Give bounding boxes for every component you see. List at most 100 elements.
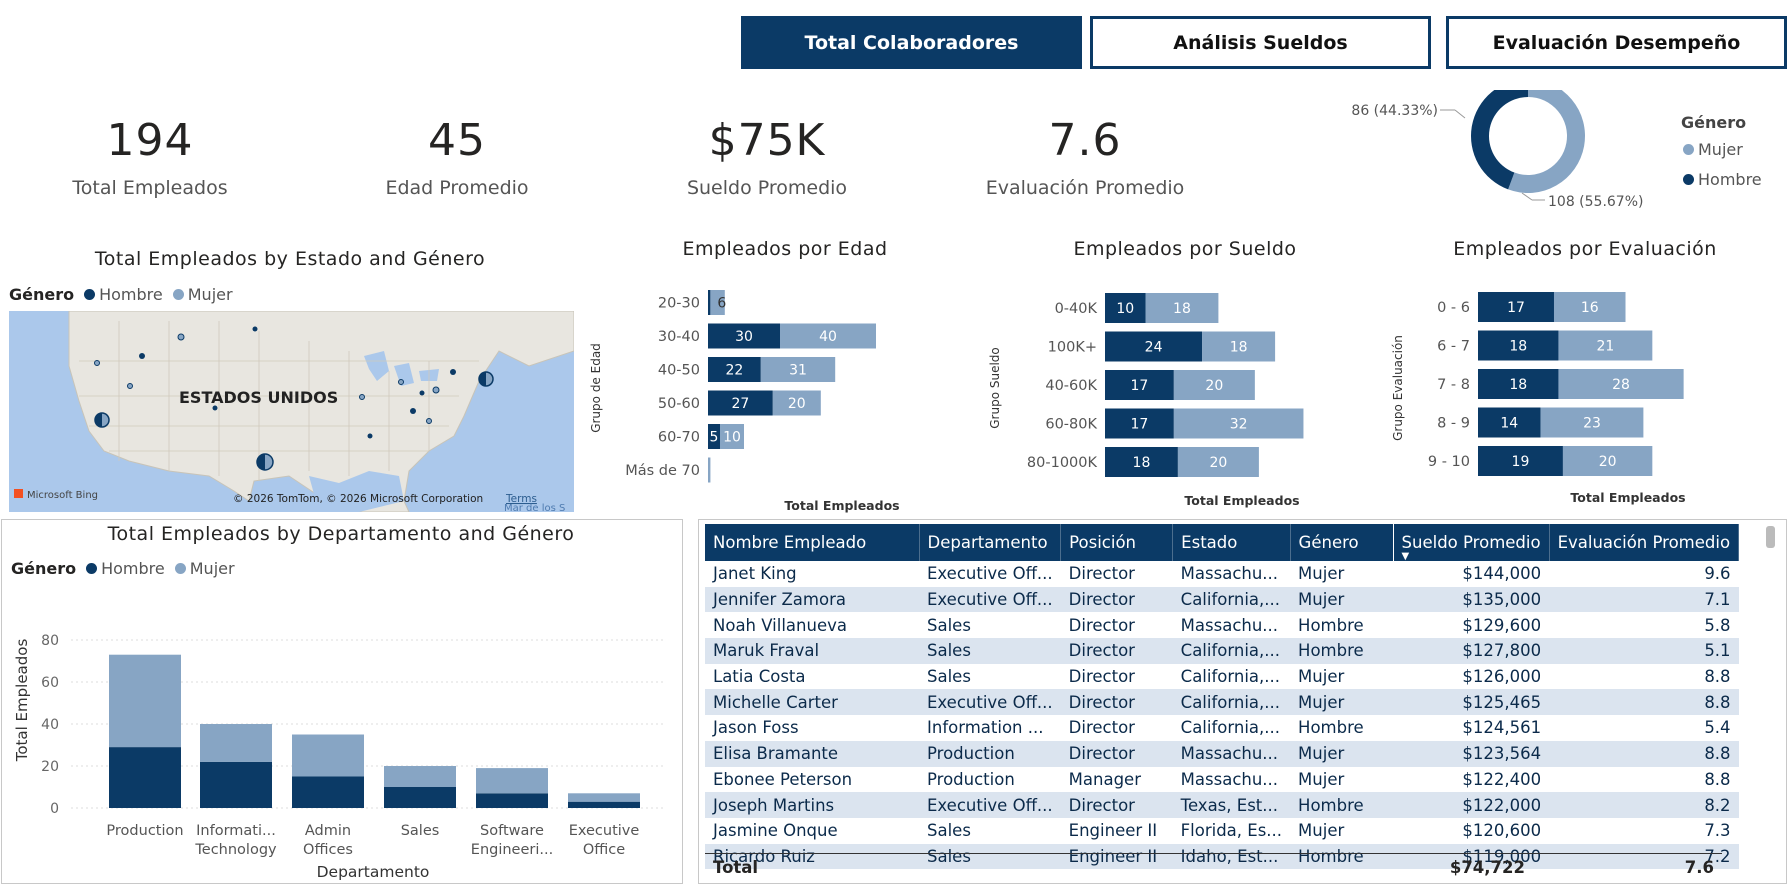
us-map[interactable]: ESTADOS UNIDOS Microsoft Bing © 2026 Tom… [9,311,574,512]
col-departamento-header[interactable]: Departamento [919,524,1062,561]
depto-bar-mujer[interactable] [568,793,640,802]
edad-label-hombre: 22 [725,363,743,379]
table-cell: Director [1060,612,1173,639]
edad-bar-mujer[interactable] [708,457,711,483]
table-cell: $129,600 [1393,612,1550,639]
hombre-swatch-icon [86,563,98,574]
table-cell: Mujer [1290,663,1394,690]
depto-column-chart[interactable]: Total Empleados Departamento 0 20 40 60 80 Pr… [3,585,681,883]
col-sueldo-header[interactable]: Sueldo Promedio ▼ [1393,524,1550,562]
depto-ytick-label: 60 [41,675,59,691]
table-row[interactable]: Michelle Carter Executive Off... Director C… [705,689,1739,716]
evaluacion-category-label: 6 - 7 [1437,339,1470,355]
depto-bar-hombre[interactable] [476,793,548,808]
col-sueldo-header-text: Sueldo Promedio [1401,533,1541,552]
table-cell: Latia Costa [705,663,919,690]
depto-legend-title: Género [11,559,77,578]
nav-total-colaboradores-button[interactable]: Total Colaboradores [741,16,1082,69]
table-cell: Mujer [1290,817,1394,844]
edad-label-mujer: 20 [788,396,806,412]
kpi-sueldo-promedio-label: Sueldo Promedio [686,177,848,199]
depto-bar-hombre[interactable] [292,776,364,809]
depto-bar-hombre[interactable] [568,801,640,808]
table-cell: $124,561 [1393,715,1550,741]
evaluacion-ylabel: Grupo Evaluación [1391,335,1405,441]
sueldo-category-label: 100K+ [1048,340,1097,356]
donut-slice-mujer[interactable] [1508,90,1585,193]
map-legend-mujer[interactable]: Mujer [188,285,233,304]
edad-category-label: 30-40 [658,329,700,345]
col-posicion-header[interactable]: Posición [1060,524,1174,561]
table-row[interactable]: Jennifer Zamora Executive Off... Director C… [705,586,1739,613]
edad-bar-chart[interactable]: Grupo de Edad Total Empleados 20-30 6 30-4… [580,270,980,515]
evaluacion-xlabel: Total Empleados [1570,490,1685,505]
depto-legend-hombre[interactable]: Hombre [101,559,165,578]
map-country-label: ESTADOS UNIDOS [179,388,338,407]
table-row[interactable]: Janet King Executive Off... Director Massac… [705,561,1739,587]
employee-table[interactable]: Nombre Empleado Departamento Posición Es… [705,524,1775,879]
table-cell: Mujer [1290,740,1394,767]
evaluacion-bar-chart[interactable]: Grupo Evaluación Total Empleados 0 - 6 17… [1380,280,1780,515]
table-row[interactable]: Noah Villanueva Sales Director Massachu... H… [705,612,1739,639]
table-cell: Jennifer Zamora [705,586,919,613]
depto-bar-hombre[interactable] [109,747,181,808]
table-cell: $127,800 [1393,638,1550,664]
table-cell: California,... [1172,586,1291,613]
table-row[interactable]: Joseph Martins Executive Off... Director Te… [705,792,1739,818]
depto-category-label: Admin [305,823,351,839]
hombre-swatch-icon [1683,174,1694,185]
edad-category-label: 40-50 [658,363,700,379]
donut-legend-hombre[interactable]: Hombre [1683,170,1762,189]
donut-slices[interactable] [1471,90,1585,193]
depto-category-label: Technology [194,842,277,858]
col-estado-header[interactable]: Estado [1172,524,1291,561]
depto-legend: Género Hombre Mujer [11,559,235,578]
edad-bar-hombre[interactable] [708,290,711,315]
table-row[interactable]: Elisa Bramante Production Director Massachu… [705,740,1739,767]
kpi-evaluacion-promedio-label: Evaluación Promedio [985,177,1185,199]
edad-ylabel: Grupo de Edad [589,343,603,433]
donut-legend-mujer[interactable]: Mujer [1683,140,1743,159]
nav-evaluacion-desempeno-button[interactable]: Evaluación Desempeño [1446,16,1787,69]
kpi-edad-promedio-value: 45 [428,115,486,166]
evaluacion-category-label: 9 - 10 [1428,454,1470,470]
sueldo-bar-chart[interactable]: Grupo Sueldo Total Empleados 0-40K 10 18 10… [982,280,1362,515]
depto-bar-mujer[interactable] [384,766,456,787]
depto-legend-mujer[interactable]: Mujer [190,559,235,578]
sueldo-chart-title: Empleados por Sueldo [1073,238,1297,260]
donut-label-hombre: 86 (44.33%) [1351,103,1438,119]
sort-desc-icon: ▼ [1401,551,1410,562]
depto-bar-mujer[interactable] [200,724,272,762]
table-row[interactable]: Latia Costa Sales Director California,... Mu… [705,663,1739,690]
table-cell: $122,000 [1393,792,1550,818]
depto-ytick-label: 0 [50,801,59,817]
edad-label-mujer: 31 [789,363,807,379]
depto-category-label: Offices [303,842,353,858]
map-legend-hombre[interactable]: Hombre [99,285,163,304]
map-canvas[interactable]: ESTADOS UNIDOS Microsoft Bing © 2026 Tom… [9,311,574,512]
table-row[interactable]: Ebonee Peterson Production Manager Massachu… [705,766,1739,793]
col-genero-header[interactable]: Género [1290,524,1394,561]
col-nombre-header[interactable]: Nombre Empleado [705,524,920,561]
table-row[interactable]: Jason Foss Information ... Director Califor… [705,715,1739,741]
table-cell: Massachu... [1172,740,1291,767]
depto-category-label: Executive [569,823,640,839]
depto-bar-mujer[interactable] [476,768,548,794]
col-evaluacion-header[interactable]: Evaluación Promedio [1549,524,1740,561]
table-cell: Director [1060,663,1173,690]
table-cell: $122,400 [1393,766,1550,793]
depto-bar-hombre[interactable] [384,787,456,808]
table-cell: Mujer [1290,561,1394,587]
evaluacion-category-label: 8 - 9 [1437,416,1470,432]
total-sueldo-value: $74,722 [1449,858,1525,877]
table-row[interactable]: Jasmine Onque Sales Engineer II Florida, Es… [705,817,1739,844]
depto-bar-hombre[interactable] [200,761,272,808]
sueldo-label-mujer: 18 [1230,340,1248,356]
table-cell: 8.8 [1549,689,1739,716]
table-row[interactable]: Maruk Fraval Sales Director California,... H… [705,638,1739,664]
sueldo-category-label: 80-1000K [1027,455,1098,471]
nav-analisis-sueldos-button[interactable]: Análisis Sueldos [1090,16,1431,69]
table-scrollbar[interactable] [1766,526,1775,548]
depto-bar-mujer[interactable] [292,734,364,777]
depto-bar-mujer[interactable] [109,654,181,748]
